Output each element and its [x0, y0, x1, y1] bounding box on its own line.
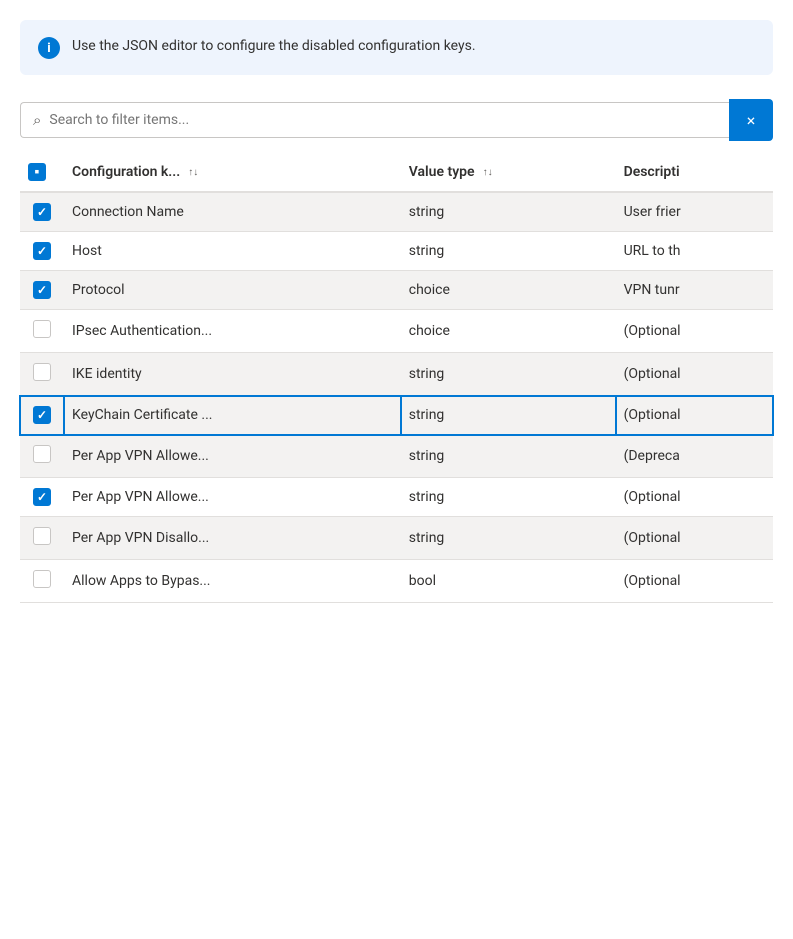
row-value-type: string: [401, 396, 616, 435]
row-checkbox[interactable]: [33, 527, 51, 545]
table-row[interactable]: KeyChain Certificate ... string (Optiona…: [20, 396, 773, 435]
table-row[interactable]: Per App VPN Allowe... string (Depreca: [20, 435, 773, 478]
row-description: (Optional: [616, 310, 773, 353]
main-container: i Use the JSON editor to configure the d…: [0, 0, 793, 623]
row-checkbox-cell: [20, 396, 64, 435]
row-checkbox[interactable]: [33, 242, 51, 260]
header-description: Descripti: [616, 153, 773, 192]
row-checkbox[interactable]: [33, 363, 51, 381]
row-checkbox[interactable]: [33, 488, 51, 506]
row-value-type: string: [401, 478, 616, 517]
row-config-key: Per App VPN Disallo...: [64, 517, 401, 560]
sort-value-icon[interactable]: ↑↓: [483, 167, 493, 178]
row-checkbox[interactable]: [33, 203, 51, 221]
row-config-key: Protocol: [64, 271, 401, 310]
row-checkbox-cell: [20, 232, 64, 271]
row-checkbox-cell: [20, 560, 64, 603]
table-row[interactable]: IPsec Authentication... choice (Optional: [20, 310, 773, 353]
row-checkbox[interactable]: [33, 445, 51, 463]
table-row[interactable]: Allow Apps to Bypas... bool (Optional: [20, 560, 773, 603]
info-icon: i: [38, 37, 60, 59]
search-wrapper: ⌕: [20, 102, 729, 138]
close-icon: ×: [747, 111, 756, 130]
row-checkbox-cell: [20, 353, 64, 396]
row-description: (Optional: [616, 560, 773, 603]
row-config-key: Host: [64, 232, 401, 271]
search-row: ⌕ ×: [20, 99, 773, 141]
row-checkbox[interactable]: [33, 406, 51, 424]
header-config-key[interactable]: Configuration k... ↑↓: [64, 153, 401, 192]
header-checkbox-cell: [20, 153, 64, 192]
row-checkbox[interactable]: [33, 320, 51, 338]
row-description: (Optional: [616, 353, 773, 396]
table-row[interactable]: Per App VPN Disallo... string (Optional: [20, 517, 773, 560]
row-value-type: string: [401, 232, 616, 271]
header-value-type[interactable]: Value type ↑↓: [401, 153, 616, 192]
table-row[interactable]: Connection Name string User frier: [20, 192, 773, 232]
select-all-checkbox[interactable]: [28, 163, 46, 181]
row-config-key: Allow Apps to Bypas...: [64, 560, 401, 603]
row-config-key: Per App VPN Allowe...: [64, 435, 401, 478]
row-checkbox-cell: [20, 435, 64, 478]
table-row[interactable]: Host string URL to th: [20, 232, 773, 271]
row-value-type: string: [401, 353, 616, 396]
row-value-type: bool: [401, 560, 616, 603]
row-checkbox-cell: [20, 310, 64, 353]
table-row[interactable]: IKE identity string (Optional: [20, 353, 773, 396]
row-config-key: Per App VPN Allowe...: [64, 478, 401, 517]
search-clear-button[interactable]: ×: [729, 99, 773, 141]
row-description: (Optional: [616, 478, 773, 517]
info-banner: i Use the JSON editor to configure the d…: [20, 20, 773, 75]
row-config-key: IPsec Authentication...: [64, 310, 401, 353]
row-value-type: string: [401, 517, 616, 560]
row-checkbox-cell: [20, 271, 64, 310]
row-checkbox-cell: [20, 192, 64, 232]
row-value-type: choice: [401, 271, 616, 310]
row-description: (Optional: [616, 517, 773, 560]
row-description: User frier: [616, 192, 773, 232]
search-input[interactable]: [49, 112, 717, 128]
row-description: (Depreca: [616, 435, 773, 478]
row-value-type: choice: [401, 310, 616, 353]
row-config-key: Connection Name: [64, 192, 401, 232]
table-row[interactable]: Protocol choice VPN tunr: [20, 271, 773, 310]
row-checkbox[interactable]: [33, 281, 51, 299]
table-row[interactable]: Per App VPN Allowe... string (Optional: [20, 478, 773, 517]
configuration-table: Configuration k... ↑↓ Value type ↑↓ Desc…: [20, 153, 773, 603]
row-checkbox-cell: [20, 517, 64, 560]
row-description: (Optional: [616, 396, 773, 435]
row-value-type: string: [401, 192, 616, 232]
row-config-key: KeyChain Certificate ...: [64, 396, 401, 435]
info-banner-text: Use the JSON editor to configure the dis…: [72, 36, 476, 57]
row-value-type: string: [401, 435, 616, 478]
row-description: URL to th: [616, 232, 773, 271]
row-checkbox-cell: [20, 478, 64, 517]
row-config-key: IKE identity: [64, 353, 401, 396]
row-checkbox[interactable]: [33, 570, 51, 588]
sort-config-icon[interactable]: ↑↓: [188, 167, 198, 178]
row-description: VPN tunr: [616, 271, 773, 310]
table-body: Connection Name string User frier Host s…: [20, 192, 773, 603]
table-header-row: Configuration k... ↑↓ Value type ↑↓ Desc…: [20, 153, 773, 192]
search-icon: ⌕: [33, 111, 41, 129]
